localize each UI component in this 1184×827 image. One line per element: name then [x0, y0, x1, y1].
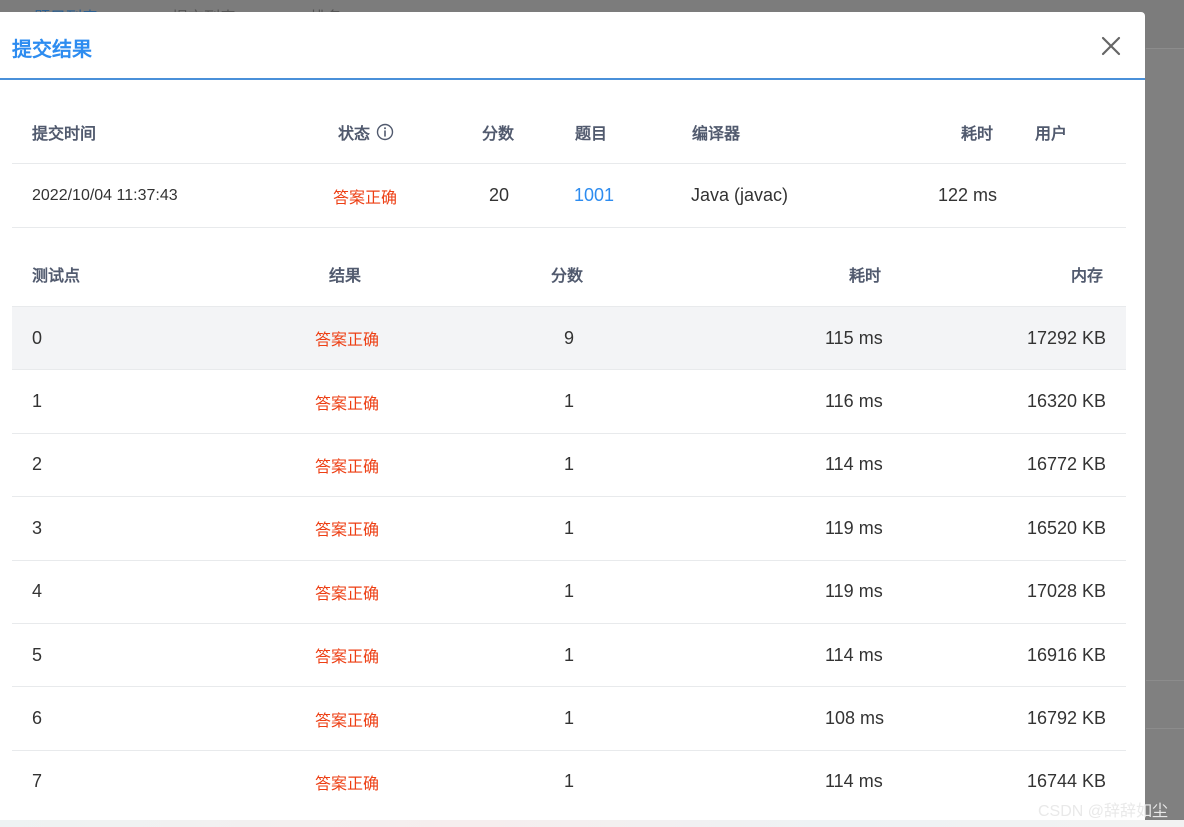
testcase-id: 2	[32, 454, 43, 475]
testcase-memory: 16916 KB	[1027, 644, 1107, 665]
background-bottom-strip	[0, 820, 1184, 827]
header-duration: 耗时	[961, 125, 994, 143]
header-case-duration: 耗时	[849, 268, 882, 285]
submit-time: 2022/10/04 11:37:43	[32, 186, 178, 204]
header-user: 用户	[1035, 125, 1068, 143]
testcase-score: 1	[564, 644, 575, 665]
summary-table-header: 提交时间 状态 分数 题目 编译器 耗时 用户	[12, 100, 1126, 164]
table-row: 5 答案正确 1 114 ms 16916 KB	[12, 622, 1126, 686]
testcase-duration: 116 ms	[825, 391, 883, 412]
watermark: CSDN @辞辞如尘	[1037, 803, 1168, 820]
header-result: 结果	[329, 268, 362, 285]
testcase-id: 3	[32, 517, 43, 538]
dialog-header: 提交结果	[0, 12, 1145, 80]
summary-row: 2022/10/04 11:37:43 答案正确 20 1001 Java (j…	[12, 164, 1126, 228]
table-row: 7 答案正确 1 114 ms 16744 KB	[12, 749, 1126, 813]
dialog-title: 提交结果	[12, 39, 92, 61]
header-status-label: 状态	[338, 125, 371, 143]
testcase-duration: 114 ms	[825, 454, 883, 475]
close-icon	[1101, 36, 1121, 56]
testcase-duration: 108 ms	[825, 708, 885, 729]
submission-status: 答案正确	[333, 189, 398, 207]
testcase-memory: 17028 KB	[1027, 581, 1107, 602]
testcase-result: 答案正确	[315, 585, 380, 603]
testcase-id: 1	[32, 391, 43, 412]
testcase-id: 6	[32, 708, 43, 729]
testcase-memory: 16520 KB	[1027, 517, 1107, 538]
testcase-score: 1	[564, 454, 575, 475]
testcase-result: 答案正确	[315, 395, 380, 413]
problem-link[interactable]: 1001	[574, 164, 614, 227]
table-row: 3 答案正确 1 119 ms 16520 KB	[12, 496, 1126, 559]
submission-duration: 122 ms	[938, 185, 998, 205]
header-score: 分数	[482, 125, 515, 143]
testcase-result: 答案正确	[315, 332, 380, 350]
header-compiler: 编译器	[692, 125, 741, 143]
testcase-score: 1	[564, 581, 575, 602]
testcase-score: 1	[564, 771, 575, 792]
testcase-id: 5	[32, 644, 43, 665]
testcase-result: 答案正确	[315, 649, 380, 667]
testcase-duration: 119 ms	[825, 581, 883, 602]
testcase-duration: 115 ms	[825, 327, 883, 348]
testcase-memory: 17292 KB	[1027, 327, 1107, 348]
header-submit-time: 提交时间	[32, 125, 97, 143]
testcase-memory: 16792 KB	[1027, 708, 1107, 729]
submission-result-dialog: 提交结果 提交时间 状态 分数 题目 编译器 耗时 用户 2022/10/04 …	[0, 12, 1145, 822]
testcase-score: 1	[564, 708, 575, 729]
testcase-result: 答案正确	[315, 712, 380, 730]
header-memory: 内存	[1071, 268, 1104, 285]
close-button[interactable]	[1099, 34, 1123, 58]
table-row: 6 答案正确 1 108 ms 16792 KB	[12, 686, 1126, 749]
table-row: 0 答案正确 9 115 ms 17292 KB	[12, 306, 1126, 370]
testcase-score: 1	[564, 391, 575, 412]
testcase-table-body: 0 答案正确 9 115 ms 17292 KB 1 答案正确 1 116 ms…	[12, 306, 1126, 813]
testcase-memory: 16772 KB	[1027, 454, 1107, 475]
testcase-id: 0	[32, 327, 43, 348]
testcase-id: 7	[32, 771, 43, 792]
background-divider	[1146, 728, 1184, 729]
testcase-score: 9	[564, 327, 575, 348]
table-row: 4 答案正确 1 119 ms 17028 KB	[12, 559, 1126, 623]
testcase-duration: 119 ms	[825, 517, 883, 538]
testcase-result: 答案正确	[315, 775, 380, 793]
testcase-table-header: 测试点 结果 分数 耗时 内存	[12, 242, 1126, 306]
testcase-result: 答案正确	[315, 458, 380, 476]
header-problem: 题目	[575, 125, 608, 143]
header-case-score: 分数	[551, 268, 584, 285]
testcase-score: 1	[564, 517, 575, 538]
background-divider	[1146, 680, 1184, 681]
testcase-result: 答案正确	[315, 522, 380, 540]
header-status: 状态	[338, 100, 394, 163]
testcase-duration: 114 ms	[825, 771, 883, 792]
header-testcase: 测试点	[32, 268, 81, 285]
background-divider	[1146, 48, 1184, 49]
submission-score: 20	[489, 185, 510, 205]
compiler-name: Java (javac)	[691, 185, 789, 205]
info-icon[interactable]	[376, 123, 394, 141]
table-row: 1 答案正确 1 116 ms 16320 KB	[12, 369, 1126, 432]
table-row: 2 答案正确 1 114 ms 16772 KB	[12, 432, 1126, 496]
testcase-duration: 114 ms	[825, 644, 883, 665]
testcase-memory: 16320 KB	[1027, 391, 1107, 412]
testcase-id: 4	[32, 581, 43, 602]
